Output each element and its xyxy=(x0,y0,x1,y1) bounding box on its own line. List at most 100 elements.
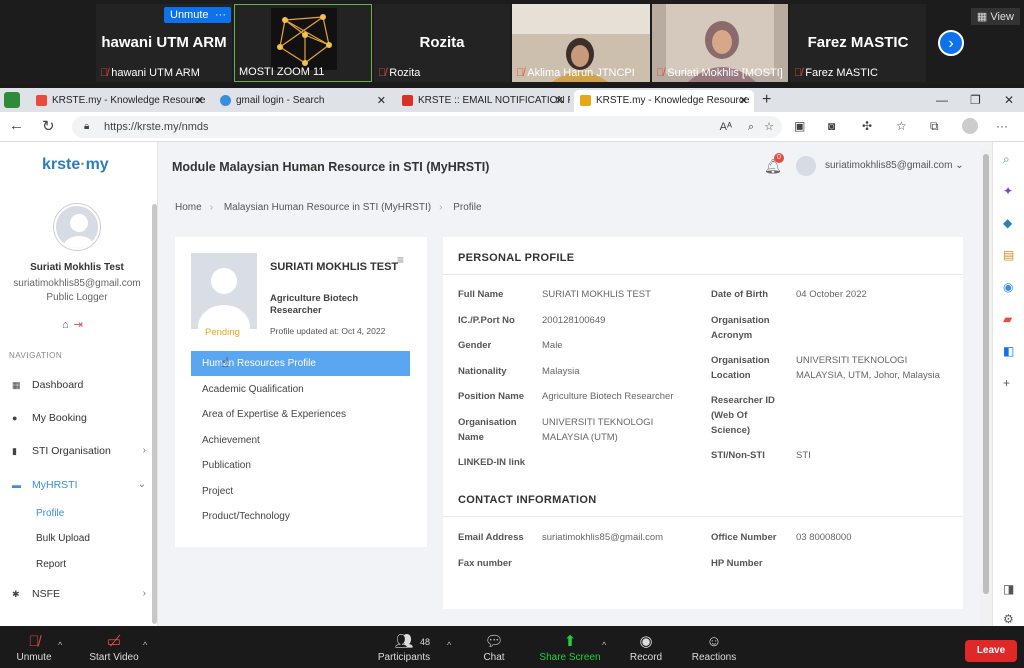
extensions-icon[interactable]: ✣ xyxy=(862,119,872,133)
participant-tile[interactable]: Farez MASTIC 🎙̸ Farez MASTIC xyxy=(790,4,926,82)
sidebar-item-sti-organisation[interactable]: ▮ STI Organisation › xyxy=(12,445,146,457)
back-arrow-icon[interactable]: ← xyxy=(9,117,24,134)
profile-link-academic[interactable]: Academic Qualification xyxy=(191,377,410,402)
profile-link-publication[interactable]: Publication xyxy=(191,453,410,478)
tools-icon[interactable]: ▤ xyxy=(1003,248,1014,262)
krste-logo[interactable]: krste·my xyxy=(42,156,109,174)
field-label: HP Number xyxy=(711,558,763,569)
view-button[interactable]: ▦ View xyxy=(970,8,1020,25)
user-menu[interactable]: suriatimokhlis85@gmail.com ⌄ xyxy=(825,160,964,171)
profile-link-expertise[interactable]: Area of Expertise & Experiences xyxy=(191,402,410,427)
favorites-icon[interactable]: ☆ xyxy=(896,119,907,133)
participant-count: 48 xyxy=(420,637,431,647)
field-value: SURIATI MOKHLIS TEST xyxy=(542,289,651,300)
mouse-cursor-icon: ☝︎ xyxy=(221,355,229,370)
sidebar-subitem-bulk-upload[interactable]: Bulk Upload xyxy=(36,533,90,544)
profile-link-project[interactable]: Project xyxy=(191,479,410,504)
menu-icon[interactable]: ≡ xyxy=(397,253,404,267)
participant-tile[interactable]: 🎙̸ Suriati Mokhlis [MOSTI] xyxy=(652,4,788,82)
tab-close-icon[interactable]: ✕ xyxy=(377,90,386,112)
record-control[interactable]: ◉ Record xyxy=(624,632,668,663)
share-screen-control[interactable]: ⬆ Share Screen xyxy=(536,632,604,663)
breadcrumb-module[interactable]: Malaysian Human Resource in STI (MyHRSTI… xyxy=(224,202,431,213)
unmute-button[interactable]: Unmute xyxy=(164,7,215,23)
logout-icon[interactable]: ⇥ xyxy=(74,319,83,331)
refresh-icon[interactable]: ↻ xyxy=(42,117,55,135)
tab-close-icon[interactable]: ✕ xyxy=(195,90,204,112)
sidebar-user-name: Suriati Mokhlis Test xyxy=(30,262,124,273)
notification-badge: 0 xyxy=(774,153,784,163)
start-video-control[interactable]: ▭̸ Start Video xyxy=(84,632,144,663)
sidebar-item-dashboard[interactable]: ▦ Dashboard xyxy=(12,379,146,391)
tab-close-icon[interactable]: ✕ xyxy=(739,90,748,112)
caret-up-icon[interactable]: ^ xyxy=(58,640,62,650)
browser-tab[interactable]: gmail login - Search ✕ xyxy=(214,90,392,112)
record-icon: ◉ xyxy=(639,633,653,650)
gear-icon[interactable]: ⚙ xyxy=(1003,612,1014,626)
field-label: Nationality xyxy=(458,366,507,377)
sidebar-scrollbar[interactable] xyxy=(152,204,157,624)
url-input[interactable]: 🔒︎ https://krste.my/nmds Aᴬ ⌕ ☆ xyxy=(72,116,782,138)
avatar[interactable] xyxy=(796,156,816,176)
more-menu-icon[interactable]: ··· xyxy=(996,119,1008,133)
field-value: 200128100649 xyxy=(542,315,606,326)
profile-position: Agriculture Biotech Researcher xyxy=(270,293,359,316)
screenshot-icon[interactable]: ◙ xyxy=(828,119,835,133)
chat-control[interactable]: 💬︎ Chat xyxy=(474,632,514,663)
games-icon[interactable]: ◉ xyxy=(1003,280,1013,294)
zoom-icon[interactable]: ⌕ xyxy=(748,116,754,138)
profile-avatar-icon[interactable] xyxy=(962,118,978,134)
page-title: Module Malaysian Human Resource in STI (… xyxy=(172,160,490,174)
favorite-star-icon[interactable]: ☆ xyxy=(764,116,774,138)
web-page: krste·my Suriati Mokhlis Test suriatimok… xyxy=(0,142,992,626)
restore-icon[interactable]: ❐ xyxy=(970,88,981,112)
participant-tile[interactable]: 🎙̸ Aklima Harun JTNCPI xyxy=(512,4,650,82)
shopping-tag-icon[interactable]: ◆ xyxy=(1003,216,1012,230)
building-icon: ▮ xyxy=(12,446,17,456)
unmute-control[interactable]: 🎙̸ Unmute xyxy=(10,632,58,663)
browser-tab[interactable]: KRSTE :: EMAIL NOTIFICATION F ✕ xyxy=(396,90,570,112)
sidebar-item-my-booking[interactable]: ● My Booking xyxy=(12,412,146,424)
field-label: Organisation Name xyxy=(458,417,517,443)
search-icon[interactable]: ⌕ xyxy=(1003,152,1010,167)
sidebar-subitem-profile[interactable]: Profile xyxy=(36,508,64,519)
participant-tile[interactable]: Rozita 🎙̸ Rozita xyxy=(374,4,510,82)
profile-link-product[interactable]: Product/Technology xyxy=(191,504,410,529)
leave-button[interactable]: Leave xyxy=(965,640,1017,662)
sidebar-toggle-icon[interactable]: ◨ xyxy=(1003,582,1014,596)
sidebar-item-myhrsti[interactable]: ▬ MyHRSTI ⌄ xyxy=(12,479,146,491)
profile-link-achievement[interactable]: Achievement xyxy=(191,428,410,453)
sidebar-item-nsfe[interactable]: ✱ NSFE › xyxy=(12,588,146,600)
more-options-button[interactable]: ··· xyxy=(210,7,231,23)
new-tab-icon[interactable]: + xyxy=(762,88,771,112)
office-icon[interactable]: ▰ xyxy=(1003,312,1012,326)
sidebar-user-email: suriatimokhlis85@gmail.com xyxy=(13,278,141,289)
outlook-icon[interactable]: ◧ xyxy=(1003,344,1014,358)
sidebar-user-role: Public Logger xyxy=(46,292,108,303)
caret-up-icon[interactable]: ^ xyxy=(447,640,451,650)
minimize-icon[interactable]: — xyxy=(936,88,948,112)
copilot-icon[interactable]: ✦ xyxy=(1003,184,1013,198)
page-scrollbar[interactable] xyxy=(980,150,992,626)
field-label: Organisation Location xyxy=(711,355,770,381)
participant-tile[interactable]: MOSTI ZOOM 11 xyxy=(234,4,372,82)
reactions-control[interactable]: ☺ Reactions xyxy=(688,632,740,663)
browser-tab[interactable]: KRSTE.my - Knowledge Resource ✕ xyxy=(30,90,210,112)
collections-icon[interactable]: ⧉ xyxy=(930,119,939,134)
tab-close-icon[interactable]: ✕ xyxy=(555,90,564,112)
browser-tab-active[interactable]: KRSTE.my - Knowledge Resource ✕ xyxy=(574,90,754,112)
caret-up-icon[interactable]: ^ xyxy=(602,640,606,650)
caret-up-icon[interactable]: ^ xyxy=(143,640,147,650)
sidebar-subitem-report[interactable]: Report xyxy=(36,559,66,570)
close-window-icon[interactable]: ✕ xyxy=(1004,88,1014,112)
profile-shield-icon[interactable] xyxy=(4,92,20,108)
mic-off-icon: 🎙̸ xyxy=(100,67,109,79)
office-icon[interactable]: ▣ xyxy=(794,119,805,133)
home-icon[interactable]: ⌂ xyxy=(62,319,69,331)
breadcrumb-home[interactable]: Home xyxy=(175,202,202,213)
add-icon[interactable]: + xyxy=(1003,376,1010,390)
scrollbar-thumb[interactable] xyxy=(983,154,989,594)
read-aloud-icon[interactable]: Aᴬ xyxy=(720,116,732,138)
next-page-arrow-icon[interactable]: › xyxy=(938,30,964,56)
field-label: Office Number xyxy=(711,532,777,543)
